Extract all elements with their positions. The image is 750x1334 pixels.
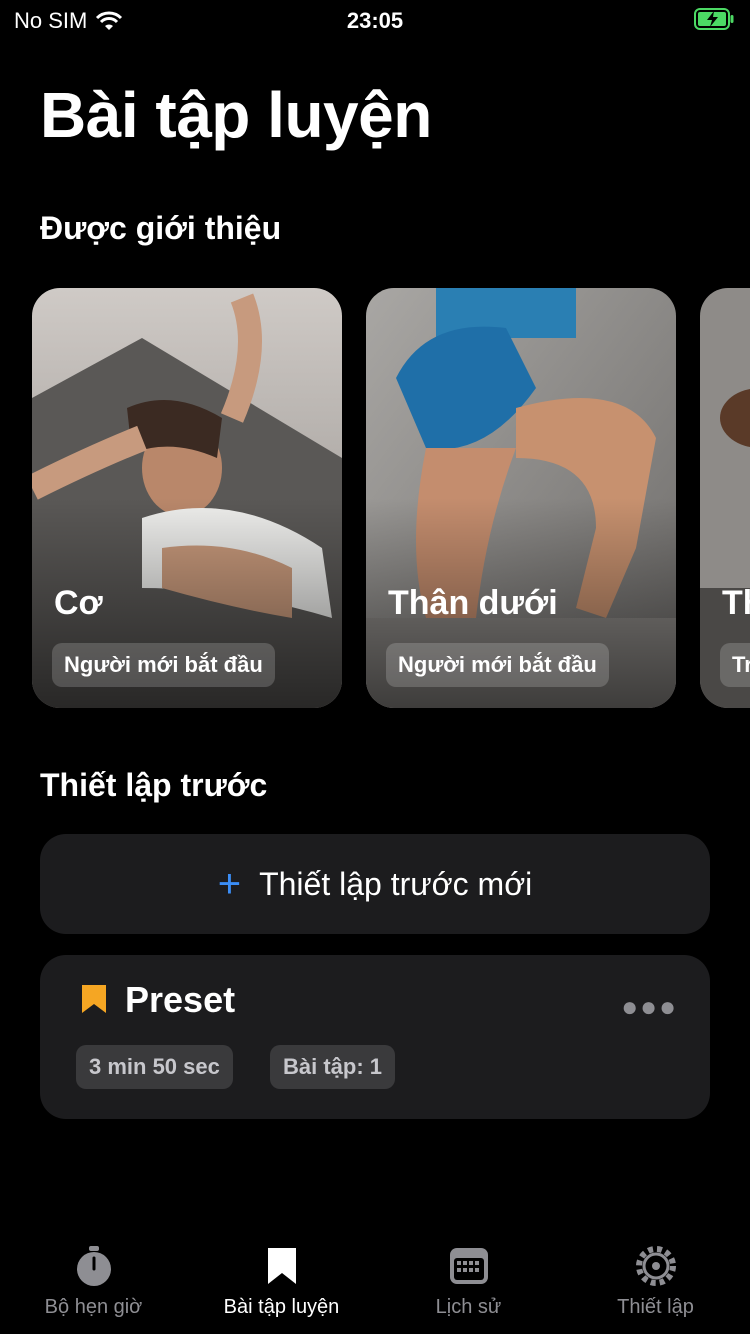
- card-title: Cơ: [54, 584, 103, 622]
- tab-label: Thiết lập: [617, 1296, 694, 1318]
- page-title: Bài tập luyện: [40, 79, 432, 151]
- featured-card-partial[interactable]: Th Tr: [700, 288, 750, 708]
- card-title: Th: [722, 584, 750, 622]
- presets-heading: Thiết lập trước: [40, 767, 268, 803]
- bookmark-icon: [82, 985, 106, 1013]
- status-bar: No SIM 23:05: [0, 0, 750, 40]
- preset-title: Preset: [125, 979, 236, 1020]
- battery-charging-icon: [694, 8, 734, 30]
- level-badge: Tr: [720, 643, 750, 687]
- tab-history[interactable]: Lịch sử: [375, 1236, 562, 1319]
- level-badge: Người mới bắt đầu: [386, 643, 609, 687]
- preset-card[interactable]: Preset ●●● 3 min 50 sec Bài tập: 1: [40, 955, 710, 1119]
- featured-card-lower-body[interactable]: Thân dưới Người mới bắt đầu: [366, 288, 676, 708]
- tab-label: Bộ hẹn giờ: [44, 1296, 143, 1318]
- more-options-icon[interactable]: ●●●: [621, 991, 678, 1023]
- calendar-icon: [449, 1248, 488, 1284]
- tab-label: Bài tập luyện: [223, 1296, 340, 1318]
- featured-carousel[interactable]: Cơ Người mới bắt đầu Thân dưới Người mới…: [32, 288, 750, 708]
- tab-settings[interactable]: Thiết lập: [562, 1236, 749, 1319]
- new-preset-label: Thiết lập trước mới: [259, 865, 533, 902]
- stopwatch-icon: [76, 1246, 111, 1286]
- tab-label: Lịch sử: [435, 1296, 502, 1318]
- plus-icon: +: [217, 862, 242, 906]
- tab-timer[interactable]: Bộ hẹn giờ: [0, 1236, 187, 1319]
- featured-card-core[interactable]: Cơ Người mới bắt đầu: [32, 288, 342, 708]
- tab-workouts[interactable]: Bài tập luyện: [188, 1236, 375, 1319]
- featured-heading: Được giới thiệu: [40, 210, 282, 246]
- new-preset-button[interactable]: + Thiết lập trước mới: [40, 834, 710, 934]
- level-badge: Người mới bắt đầu: [52, 643, 275, 687]
- clock: 23:05: [346, 8, 404, 33]
- duration-tag: 3 min 50 sec: [76, 1045, 233, 1089]
- gear-icon: [635, 1246, 676, 1286]
- card-title: Thân dưới: [388, 584, 558, 622]
- bookmark-icon: [267, 1248, 296, 1284]
- exercise-count-tag: Bài tập: 1: [270, 1045, 396, 1089]
- tab-bar: Bộ hẹn giờ Bài tập luyện Lịch sử Thiết l…: [0, 1236, 750, 1334]
